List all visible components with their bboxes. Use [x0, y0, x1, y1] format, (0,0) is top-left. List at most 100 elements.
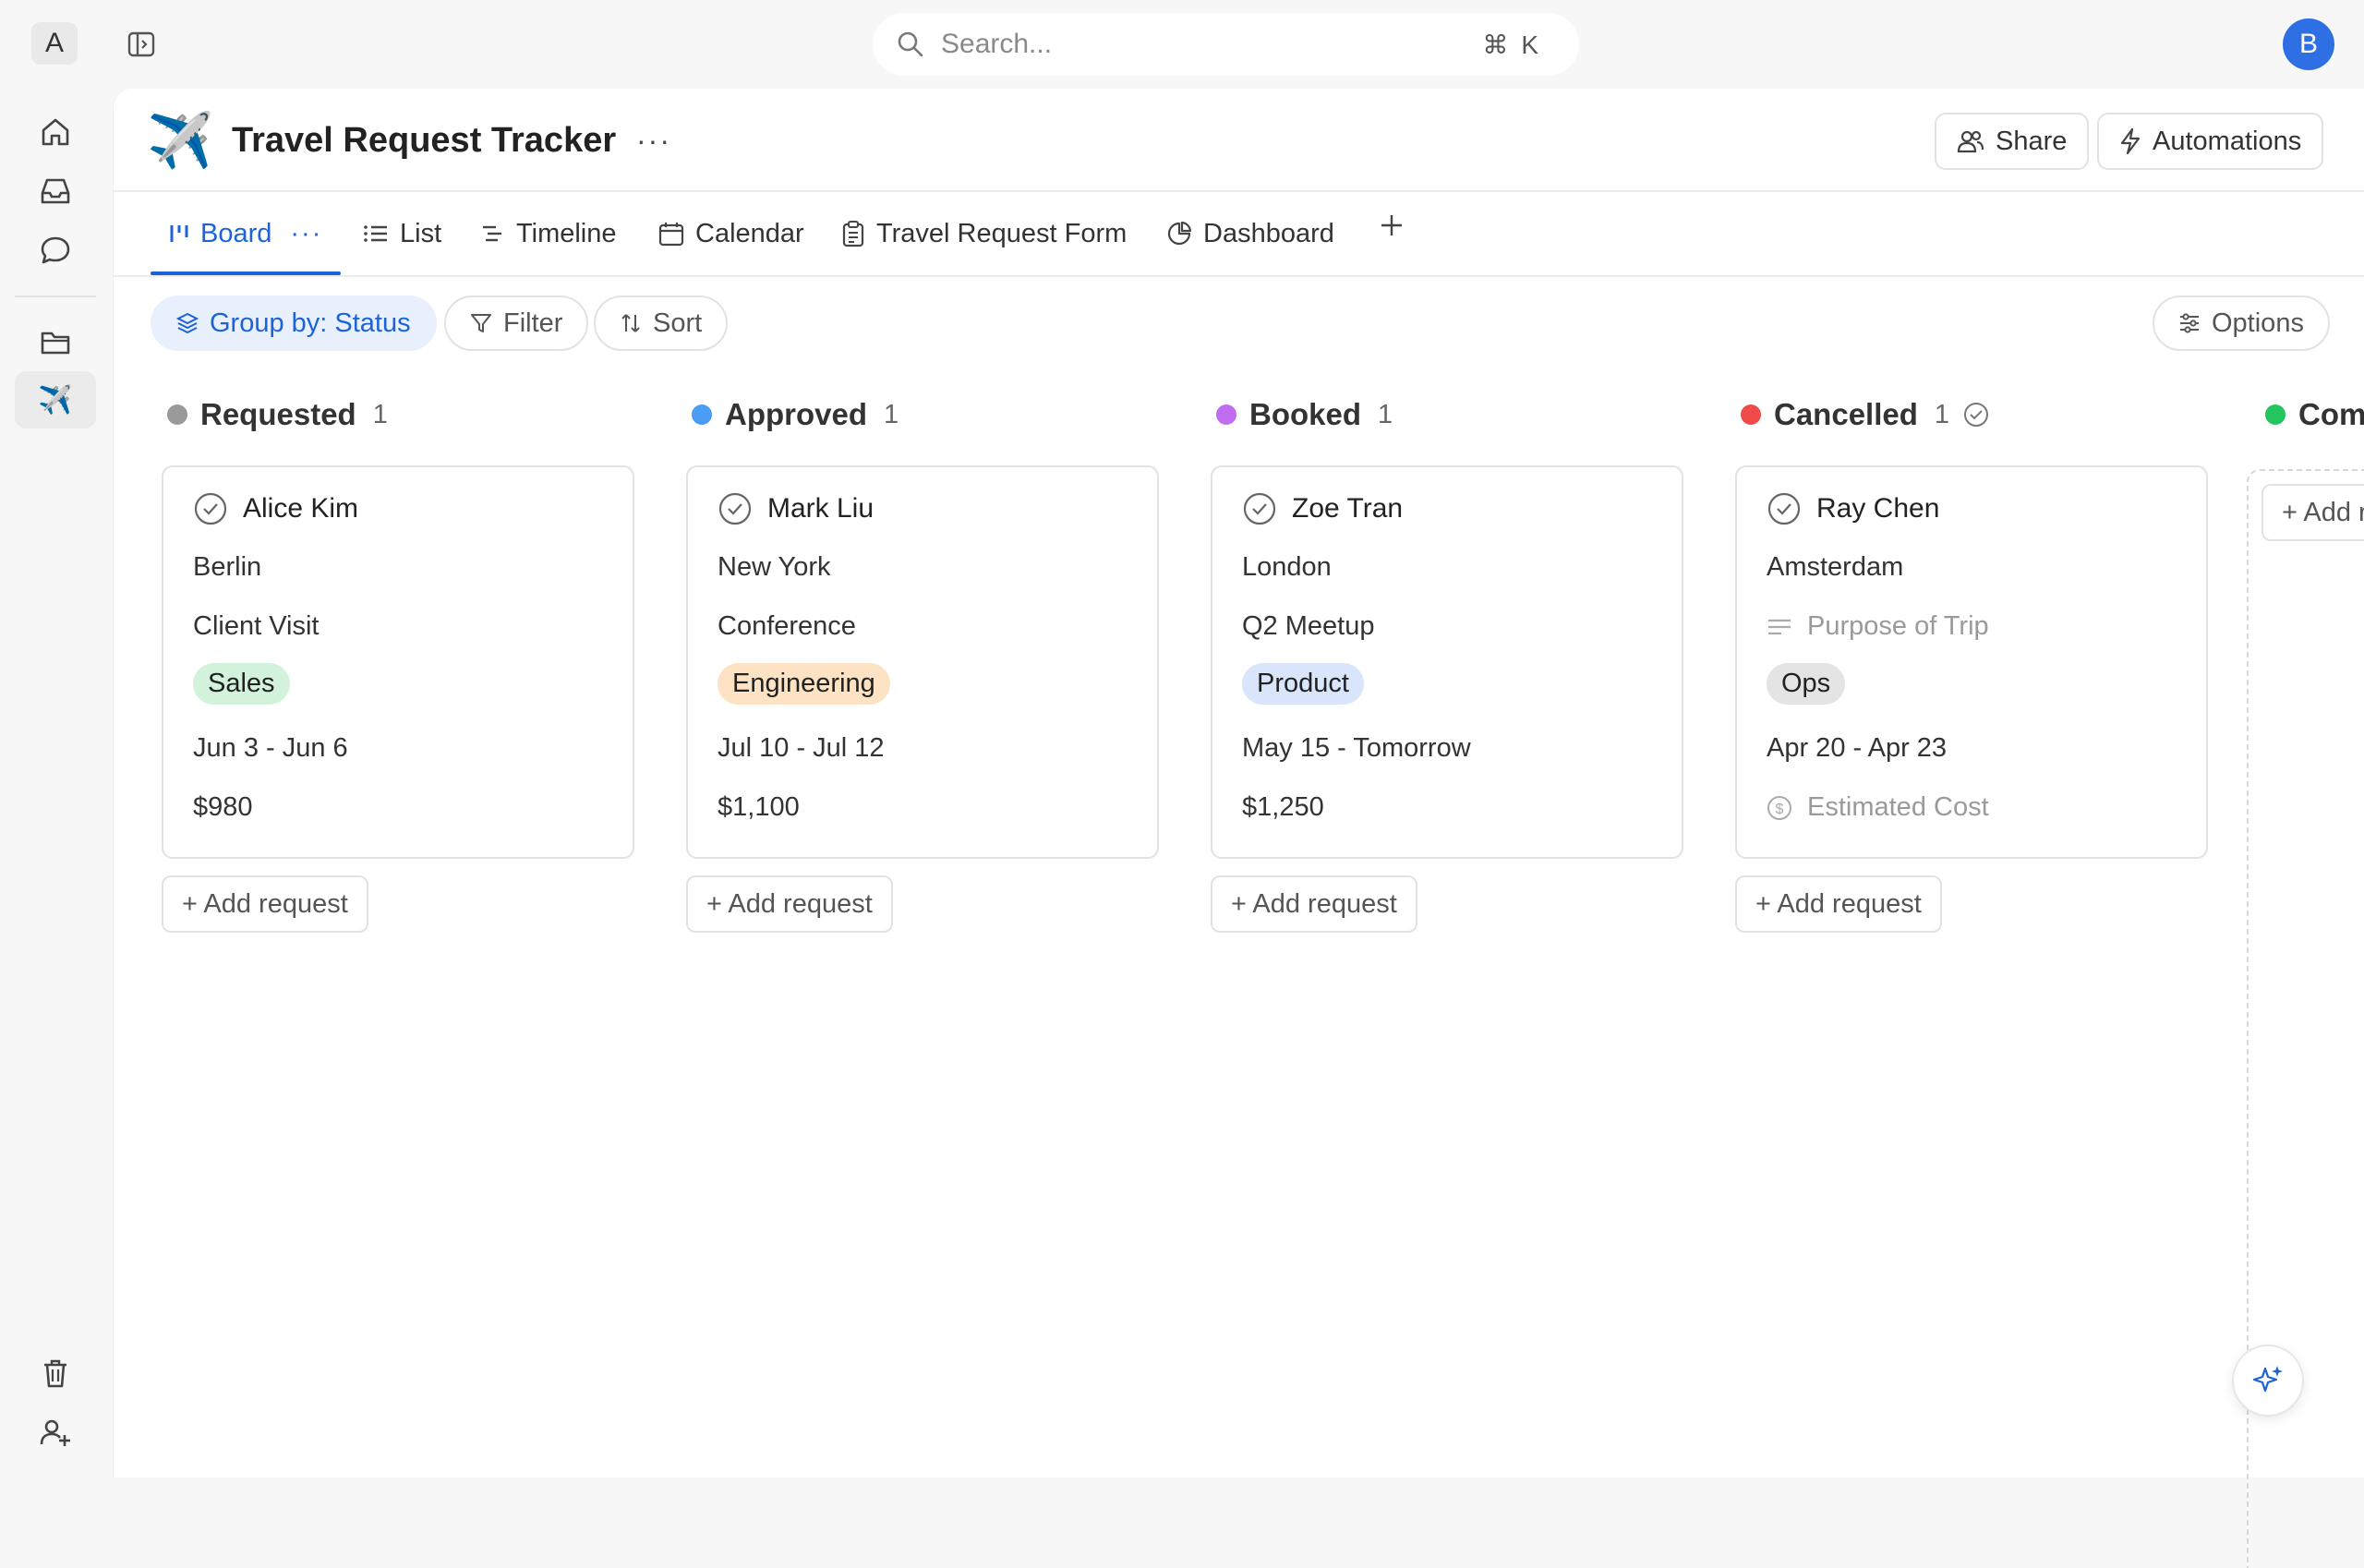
group-by-button[interactable]: Group by: Status: [151, 296, 437, 351]
check-circle-icon[interactable]: [193, 491, 228, 526]
share-button[interactable]: Share: [1935, 113, 2090, 170]
page-header: ✈️ Travel Request Tracker ··· Share Auto…: [114, 89, 2364, 192]
add-request-button[interactable]: + Add request: [1211, 875, 1417, 933]
department-tag: Product: [1242, 663, 1364, 705]
request-card[interactable]: Ray Chen Amsterdam Purpose of Trip Ops A…: [1735, 465, 2208, 859]
tab-board-more-button[interactable]: ···: [290, 219, 322, 249]
card-name-row: Alice Kim: [193, 491, 358, 526]
check-circle-icon[interactable]: [718, 491, 753, 526]
traveler-name: Mark Liu: [767, 493, 874, 524]
options-button[interactable]: Options: [2153, 296, 2330, 351]
tab-dashboard[interactable]: Dashboard: [1166, 192, 1334, 275]
view-toolbar: Group by: Status Filter Sort Options: [114, 277, 2364, 360]
column-header-requested[interactable]: Requested 1: [167, 392, 388, 438]
department-tag: Sales: [193, 663, 290, 705]
automations-button[interactable]: Automations: [2097, 113, 2324, 170]
trip-purpose: Conference: [718, 611, 856, 641]
tab-timeline-label: Timeline: [516, 218, 617, 248]
main-panel: ✈️ Travel Request Tracker ··· Share Auto…: [113, 89, 2364, 1568]
column-header-approved[interactable]: Approved 1: [692, 392, 899, 438]
ai-assistant-button[interactable]: [2232, 1345, 2304, 1417]
destination: New York: [718, 552, 831, 582]
traveler-name: Alice Kim: [243, 493, 359, 524]
board-icon: [169, 223, 189, 245]
column-count: 1: [1934, 399, 1950, 429]
column-header-completed[interactable]: Com: [2265, 392, 2364, 438]
active-tab-indicator: [151, 271, 341, 275]
page-more-button[interactable]: ···: [636, 124, 671, 158]
department-tag-row: Ops: [1767, 663, 1846, 705]
department-tag: Engineering: [718, 663, 890, 705]
destination: London: [1242, 552, 1332, 582]
filter-label: Filter: [503, 308, 563, 338]
tab-list[interactable]: List: [363, 192, 441, 275]
done-check-icon: [1962, 401, 1990, 428]
check-circle-icon[interactable]: [1242, 491, 1277, 526]
column-header-booked[interactable]: Booked 1: [1216, 392, 1393, 438]
tab-list-label: List: [400, 218, 442, 248]
department-tag-row: Product: [1242, 663, 1364, 705]
pie-chart-icon: [1166, 221, 1192, 247]
column-header-cancelled[interactable]: Cancelled 1: [1741, 392, 1990, 438]
status-dot-requested: [167, 404, 187, 425]
tab-timeline[interactable]: Timeline: [481, 192, 617, 275]
add-view-button[interactable]: [1379, 212, 1405, 238]
home-icon[interactable]: [15, 103, 96, 161]
travel-tracker-nav-icon[interactable]: ✈️: [15, 371, 96, 428]
dollar-circle-icon: $: [1767, 795, 1792, 821]
trip-dates: Jul 10 - Jul 12: [718, 733, 885, 763]
department-tag: Ops: [1767, 663, 1846, 705]
add-request-button[interactable]: + Add r: [2261, 484, 2364, 541]
page-emoji-airplane-icon[interactable]: ✈️: [147, 109, 213, 174]
check-circle-icon[interactable]: [1767, 491, 1802, 526]
chat-icon[interactable]: [15, 222, 96, 279]
request-card[interactable]: Mark Liu New York Conference Engineering…: [686, 465, 1159, 859]
rail-divider: [15, 296, 96, 297]
request-card[interactable]: Alice Kim Berlin Client Visit Sales Jun …: [162, 465, 634, 859]
automations-label: Automations: [2153, 126, 2302, 156]
column-count: 1: [884, 399, 899, 429]
airplane-icon: ✈️: [38, 384, 73, 416]
top-bar: A Search... ⌘K B: [0, 0, 2364, 89]
group-by-label: Group by: Status: [210, 308, 411, 338]
avatar[interactable]: B: [2283, 18, 2334, 70]
text-lines-icon: [1767, 616, 1792, 638]
tab-dashboard-label: Dashboard: [1203, 218, 1334, 248]
cmd-key: ⌘: [1482, 30, 1522, 59]
sort-button[interactable]: Sort: [594, 296, 729, 351]
share-label: Share: [1996, 126, 2068, 156]
tab-calendar[interactable]: Calendar: [658, 192, 804, 275]
tab-board-label: Board: [200, 218, 272, 248]
search-input[interactable]: Search...: [941, 29, 1482, 60]
search-icon: [897, 30, 924, 58]
add-request-button[interactable]: + Add request: [1735, 875, 1942, 933]
filter-button[interactable]: Filter: [444, 296, 589, 351]
add-request-button[interactable]: + Add request: [686, 875, 893, 933]
sidebar-toggle-icon[interactable]: [123, 26, 160, 63]
column-title: Cancelled: [1774, 397, 1918, 431]
filter-icon: [470, 312, 492, 334]
trip-purpose: Client Visit: [193, 611, 320, 641]
k-key: K: [1521, 30, 1551, 59]
card-name-row: Ray Chen: [1767, 491, 1939, 526]
request-card[interactable]: Zoe Tran London Q2 Meetup Product May 15…: [1211, 465, 1683, 859]
inbox-icon[interactable]: [15, 163, 96, 220]
tab-board[interactable]: Board ···: [169, 192, 322, 275]
trip-purpose: Q2 Meetup: [1242, 611, 1375, 641]
lightning-icon: [2119, 127, 2141, 155]
search-bar[interactable]: Search... ⌘K: [873, 13, 1579, 76]
list-icon: [363, 223, 389, 245]
users-icon: [1957, 128, 1984, 154]
add-member-icon[interactable]: [15, 1404, 96, 1461]
tab-calendar-label: Calendar: [695, 218, 804, 248]
add-request-button[interactable]: + Add request: [162, 875, 368, 933]
column-title: Requested: [200, 397, 356, 431]
trash-icon[interactable]: [15, 1345, 96, 1402]
department-tag-row: Engineering: [718, 663, 890, 705]
workspace-badge[interactable]: A: [31, 22, 78, 65]
folder-icon[interactable]: [15, 314, 96, 371]
page-title[interactable]: Travel Request Tracker: [232, 116, 616, 164]
trip-purpose-empty: Purpose of Trip: [1767, 611, 1989, 642]
left-rail: ✈️: [0, 89, 113, 1478]
tab-travel-request-form[interactable]: Travel Request Form: [841, 192, 1127, 275]
